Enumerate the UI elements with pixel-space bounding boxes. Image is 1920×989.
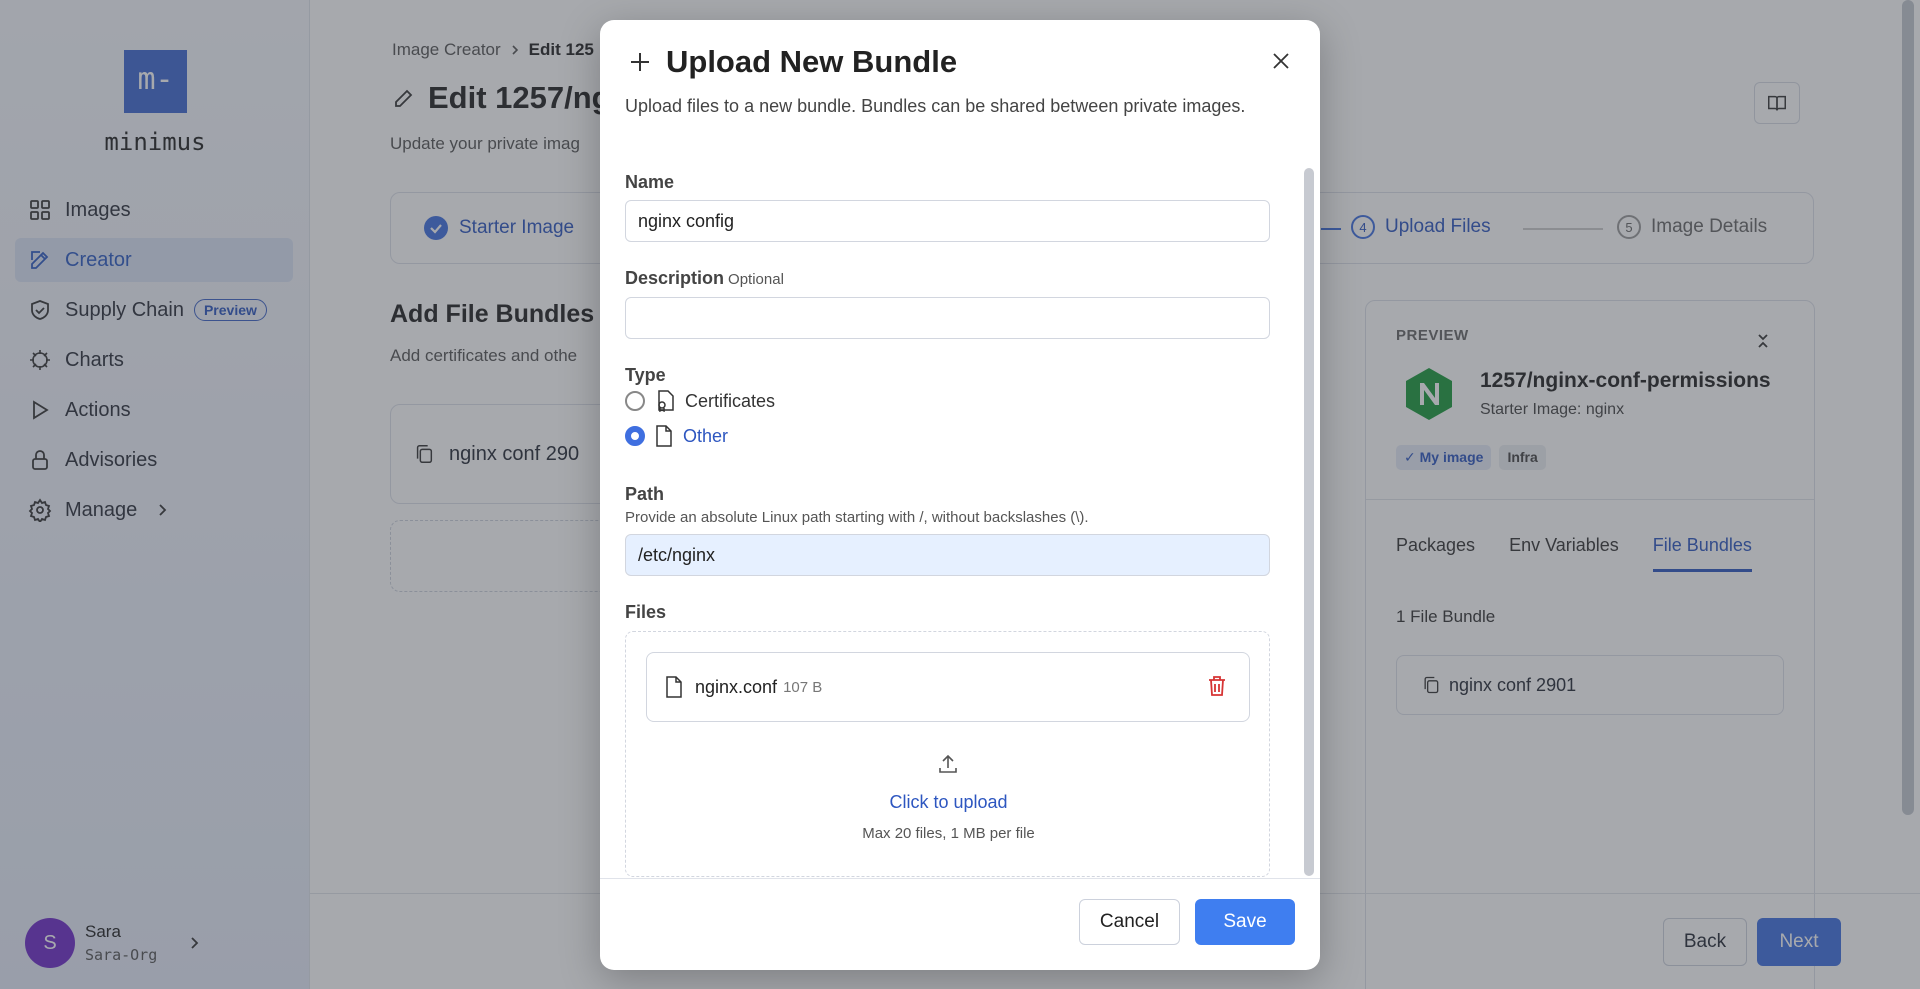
upload-hint: Max 20 files, 1 MB per file bbox=[862, 825, 1035, 842]
upload-icon bbox=[939, 754, 957, 773]
dialog-title: Upload New Bundle bbox=[628, 44, 957, 80]
radio-certificates[interactable]: Certificates bbox=[625, 390, 775, 412]
optional-tag: Optional bbox=[728, 271, 784, 288]
dialog-body: Name nginx config Description Optional Ty… bbox=[600, 150, 1320, 877]
radio-other[interactable]: Other bbox=[625, 425, 728, 447]
description-field[interactable] bbox=[625, 297, 1270, 339]
radio-label: Certificates bbox=[685, 390, 776, 411]
certificate-icon bbox=[658, 390, 674, 412]
radio-label: Other bbox=[683, 425, 729, 446]
path-field[interactable]: /etc/nginx bbox=[625, 534, 1270, 576]
name-field[interactable]: nginx config bbox=[625, 200, 1270, 242]
trash-icon[interactable] bbox=[1207, 675, 1227, 697]
radio-button[interactable] bbox=[625, 391, 645, 411]
close-icon bbox=[1273, 53, 1289, 69]
file-size: 107 B bbox=[783, 678, 823, 696]
dialog-footer-divider bbox=[600, 878, 1320, 879]
file-item: nginx.conf 107 B bbox=[646, 652, 1250, 722]
close-button[interactable] bbox=[1266, 46, 1296, 76]
plus-icon bbox=[631, 53, 649, 71]
dialog-title-text: Upload New Bundle bbox=[666, 44, 958, 79]
name-label: Name bbox=[625, 172, 675, 192]
file-icon bbox=[666, 676, 682, 698]
path-hint: Provide an absolute Linux path starting … bbox=[625, 509, 1089, 526]
files-label: Files bbox=[625, 602, 667, 622]
file-name: nginx.conf bbox=[695, 676, 778, 697]
path-label: Path bbox=[625, 484, 665, 504]
file-dropzone[interactable]: nginx.conf 107 B Click to upload Max 20 … bbox=[625, 631, 1270, 877]
dialog-description: Upload files to a new bundle. Bundles ca… bbox=[625, 96, 1246, 116]
dialog-scrollbar[interactable] bbox=[1304, 168, 1314, 876]
cancel-button[interactable]: Cancel bbox=[1079, 899, 1180, 945]
click-to-upload-link[interactable]: Click to upload bbox=[626, 792, 1271, 813]
save-button[interactable]: Save bbox=[1195, 899, 1295, 945]
upload-bundle-dialog: Upload New Bundle Upload files to a new … bbox=[600, 20, 1320, 970]
type-label: Type bbox=[625, 365, 666, 385]
description-label: Description Optional bbox=[625, 268, 784, 288]
radio-button-selected[interactable] bbox=[625, 426, 645, 446]
file-icon bbox=[656, 425, 672, 447]
